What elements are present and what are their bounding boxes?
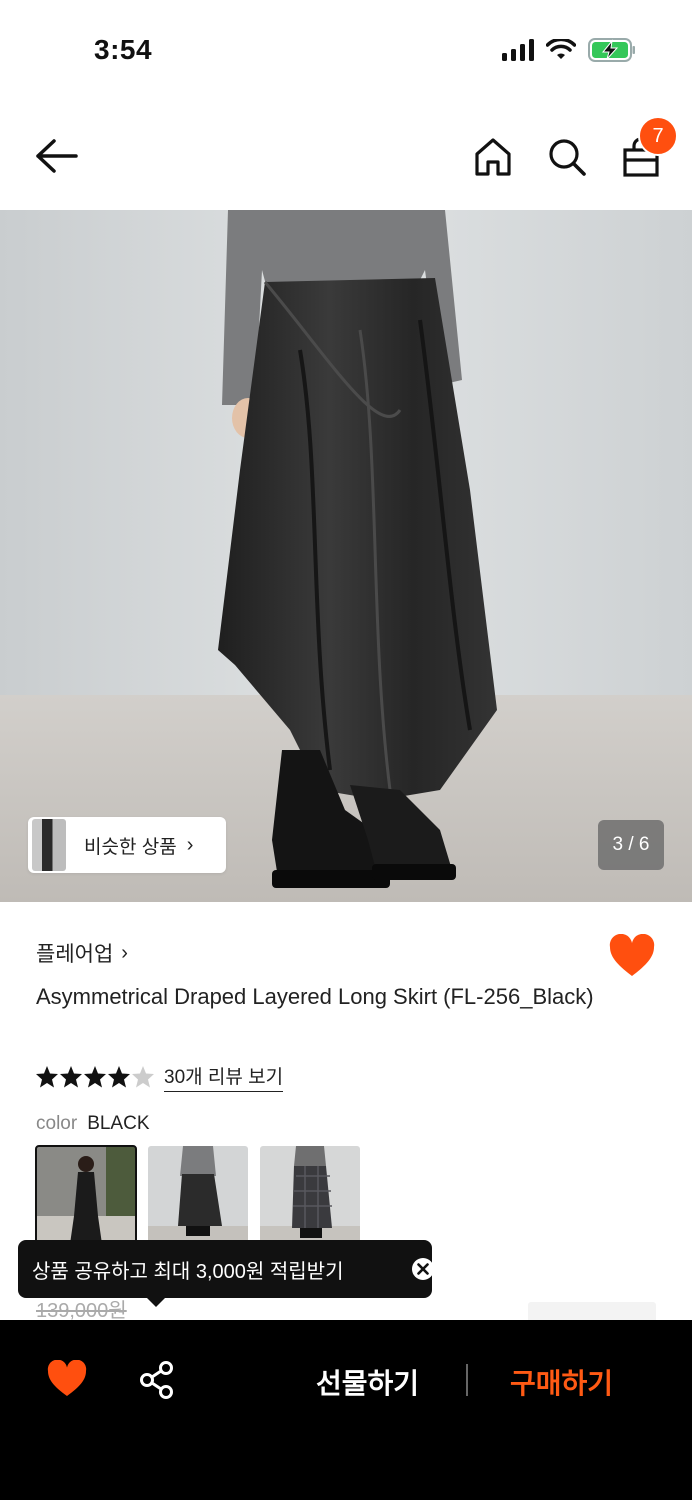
- divider: [466, 1364, 468, 1396]
- battery-charging-icon: [588, 38, 635, 62]
- close-icon[interactable]: [411, 1257, 435, 1281]
- status-bar: 3:54: [0, 0, 692, 100]
- color-label: color: [36, 1113, 78, 1134]
- color-row: color BLACK: [36, 1113, 150, 1135]
- brand-name: 플레어업: [36, 943, 114, 966]
- share-tooltip: 상품 공유하고 최대 3,000원 적립받기: [18, 1240, 435, 1298]
- top-nav: [0, 108, 692, 208]
- heart-icon[interactable]: [608, 934, 656, 978]
- product-image[interactable]: [0, 210, 692, 902]
- review-link[interactable]: 30개 리뷰 보기: [164, 1062, 284, 1092]
- back-arrow-icon[interactable]: [34, 136, 80, 176]
- signal-icon: [502, 39, 534, 61]
- similar-products-label: 비슷한 상품: [84, 836, 177, 858]
- color-thumbnail[interactable]: [260, 1146, 360, 1246]
- share-tooltip-text: 상품 공유하고 최대 3,000원 적립받기: [32, 1260, 344, 1283]
- status-icons: [502, 38, 636, 62]
- star-rating: [36, 1065, 154, 1089]
- color-thumbnails: [35, 1145, 360, 1247]
- color-thumbnail[interactable]: [148, 1146, 248, 1246]
- original-price: 139,000원: [36, 1300, 127, 1322]
- bottom-action-bar: 선물하기 구매하기: [0, 1320, 692, 1500]
- heart-icon[interactable]: [46, 1360, 88, 1398]
- brand-link[interactable]: 플레어업 ›: [36, 938, 128, 968]
- rating-row: 30개 리뷰 보기: [36, 1062, 284, 1092]
- tooltip-arrow: [146, 1297, 166, 1307]
- color-thumbnail[interactable]: [35, 1145, 137, 1247]
- product-title: Asymmetrical Draped Layered Long Skirt (…: [36, 984, 594, 1009]
- gift-button[interactable]: 선물하기: [316, 1362, 419, 1402]
- stars-icon: [36, 1066, 154, 1088]
- similar-products-button[interactable]: 비슷한 상품 ›: [28, 817, 226, 873]
- status-time: 3:54: [94, 34, 153, 65]
- chevron-right-icon: ›: [121, 941, 128, 964]
- chevron-right-icon: ›: [186, 833, 194, 856]
- color-value: BLACK: [87, 1113, 150, 1134]
- home-icon[interactable]: [472, 136, 514, 178]
- similar-thumbnail: [32, 819, 66, 871]
- product-photo: [0, 210, 692, 902]
- search-icon[interactable]: [546, 136, 588, 178]
- cart-count-badge: 7: [638, 116, 678, 156]
- share-icon[interactable]: [138, 1360, 176, 1400]
- buy-button[interactable]: 구매하기: [510, 1362, 613, 1402]
- wifi-icon: [546, 39, 576, 59]
- image-page-indicator: 3 / 6: [598, 820, 664, 870]
